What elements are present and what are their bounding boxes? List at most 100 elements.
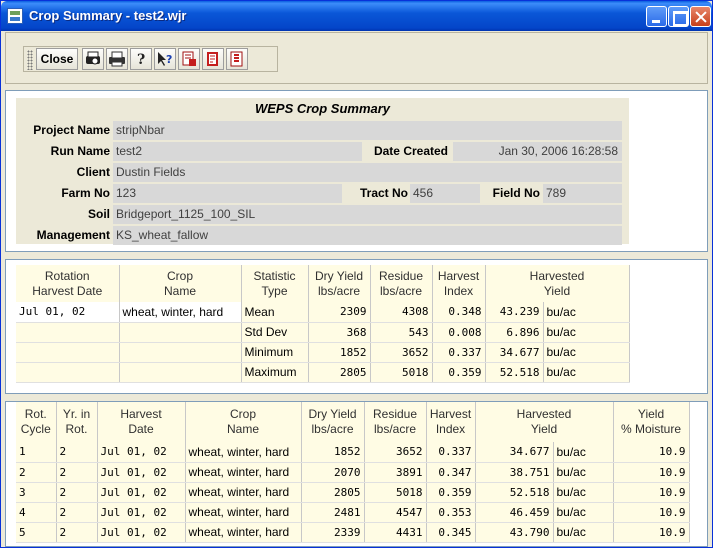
residue-cell: 4308 [370, 302, 433, 323]
harvest-date-cell: Jul 01, 02 [97, 522, 186, 543]
yield-unit-cell: bu/ac [543, 342, 630, 363]
harvest-date-cell: Jul 01, 02 [97, 482, 186, 503]
run-name-label: Run Name [50, 144, 110, 158]
yr-in-rot-cell: 2 [56, 462, 98, 483]
residue-cell: 4547 [364, 502, 427, 523]
help-icon[interactable]: ? [130, 48, 152, 70]
client-label: Client [76, 165, 110, 179]
column-header[interactable]: Rotation Harvest Date [16, 265, 120, 302]
yr-in-rot-cell: 2 [56, 442, 98, 463]
maximize-button[interactable] [668, 6, 689, 27]
column-header[interactable]: Statistic Type [241, 265, 309, 302]
yield-unit-cell: bu/ac [543, 322, 630, 343]
table-row[interactable]: 4 2 Jul 01, 02 wheat, winter, hard 2481 … [16, 502, 690, 523]
yield-unit-cell: bu/ac [553, 482, 614, 503]
residue-cell: 543 [370, 322, 433, 343]
toolbar-grip[interactable] [27, 50, 33, 70]
column-header[interactable]: Residue lbs/acre [364, 402, 427, 442]
column-header[interactable]: Harvest Index [432, 265, 486, 302]
report-export-icon[interactable] [226, 48, 248, 70]
farm-no-value: 123 [113, 184, 342, 203]
print-icon[interactable] [106, 48, 128, 70]
client-value: Dustin Fields [113, 163, 622, 182]
harvested-yield-cell: 43.239 [485, 302, 544, 323]
column-header[interactable]: Yr. in Rot. [56, 402, 98, 442]
project-name-value: stripNbar [113, 121, 622, 140]
project-name-label: Project Name [33, 123, 110, 137]
table-row[interactable]: Std Dev 368 543 0.008 6.896 bu/ac [16, 322, 630, 343]
dry-yield-cell: 2339 [301, 522, 365, 543]
harvest-date-cell [16, 322, 120, 343]
rot-cycle-cell: 2 [16, 462, 57, 483]
residue-cell: 5018 [364, 482, 427, 503]
report-red-icon[interactable] [202, 48, 224, 70]
column-header[interactable]: Dry Yield lbs/acre [308, 265, 371, 302]
harvest-date-cell: Jul 01, 02 [97, 462, 186, 483]
residue-cell: 3652 [370, 342, 433, 363]
harvest-index-cell: 0.347 [426, 462, 476, 483]
harvest-index-cell: 0.359 [426, 482, 476, 503]
window-title: Crop Summary - test2.wjr [29, 8, 187, 23]
statistic-type-cell: Mean [241, 302, 309, 323]
report-icon[interactable] [178, 48, 200, 70]
farm-no-label: Farm No [61, 186, 110, 200]
run-name-value: test2 [113, 142, 362, 161]
yield-moisture-cell: 10.9 [613, 462, 690, 483]
column-header[interactable]: Harvested Yield [475, 402, 614, 442]
yield-unit-cell: bu/ac [553, 502, 614, 523]
crop-name-cell [119, 322, 242, 343]
column-header[interactable]: Harvest Date [97, 402, 186, 442]
soil-label: Soil [87, 207, 110, 221]
dry-yield-cell: 2481 [301, 502, 365, 523]
dry-yield-cell: 2309 [308, 302, 371, 323]
title-bar[interactable]: Crop Summary - test2.wjr [1, 1, 712, 31]
column-header[interactable]: Harvested Yield [485, 265, 630, 302]
summary-header: WEPS Crop Summary Project Name stripNbar… [16, 98, 629, 245]
column-header[interactable]: Crop Name [185, 402, 302, 442]
yr-in-rot-cell: 2 [56, 502, 98, 523]
column-header[interactable]: Dry Yield lbs/acre [301, 402, 365, 442]
table-row[interactable]: 1 2 Jul 01, 02 wheat, winter, hard 1852 … [16, 442, 690, 463]
minimize-button[interactable] [646, 6, 667, 27]
harvested-yield-cell: 46.459 [475, 502, 554, 523]
harvest-index-cell: 0.337 [432, 342, 486, 363]
harvest-index-cell: 0.008 [432, 322, 486, 343]
context-help-icon[interactable]: ? [154, 48, 176, 70]
crop-name-cell: wheat, winter, hard [185, 462, 302, 483]
print-preview-icon[interactable] [82, 48, 104, 70]
crop-name-cell [119, 342, 242, 363]
column-header[interactable]: Residue lbs/acre [370, 265, 433, 302]
harvested-yield-cell: 43.790 [475, 522, 554, 543]
dry-yield-cell: 2070 [301, 462, 365, 483]
app-icon [7, 8, 23, 24]
management-label: Management [36, 228, 110, 242]
statistics-table-panel: Rotation Harvest Date Crop Name Statistic T… [5, 259, 708, 394]
column-header[interactable]: Crop Name [119, 265, 242, 302]
window-close-button[interactable] [690, 6, 711, 27]
tract-no-value: 456 [410, 184, 480, 203]
date-created-value: Jan 30, 2006 16:28:58 [453, 142, 622, 161]
statistic-type-cell: Maximum [241, 362, 309, 383]
table-row[interactable]: Maximum 2805 5018 0.359 52.518 bu/ac [16, 362, 630, 383]
cycle-detail-table: Rot. Cycle Yr. in Rot. Harvest Date Crop Nam… [16, 402, 690, 543]
statistic-type-cell: Std Dev [241, 322, 309, 343]
table-row[interactable]: Minimum 1852 3652 0.337 34.677 bu/ac [16, 342, 630, 363]
rot-cycle-cell: 4 [16, 502, 57, 523]
residue-cell: 5018 [370, 362, 433, 383]
table-row[interactable]: 2 2 Jul 01, 02 wheat, winter, hard 2070 … [16, 462, 690, 483]
yield-unit-cell: bu/ac [543, 362, 630, 383]
close-button[interactable]: Close [36, 48, 78, 70]
crop-name-cell [119, 362, 242, 383]
table-row[interactable]: 5 2 Jul 01, 02 wheat, winter, hard 2339 … [16, 522, 690, 543]
column-header[interactable]: Harvest Index [426, 402, 476, 442]
soil-value: Bridgeport_1125_100_SIL [113, 205, 622, 224]
yield-moisture-cell: 10.9 [613, 482, 690, 503]
management-value: KS_wheat_fallow [113, 226, 622, 245]
column-header[interactable]: Rot. Cycle [16, 402, 57, 442]
table-row[interactable]: 3 2 Jul 01, 02 wheat, winter, hard 2805 … [16, 482, 690, 503]
harvest-index-cell: 0.348 [432, 302, 486, 323]
table-row[interactable]: Jul 01, 02 wheat, winter, hard Mean 2309… [16, 302, 630, 323]
toolbar: Close ? ? [23, 46, 278, 72]
yr-in-rot-cell: 2 [56, 522, 98, 543]
column-header[interactable]: Yield% Moisture [613, 402, 690, 442]
